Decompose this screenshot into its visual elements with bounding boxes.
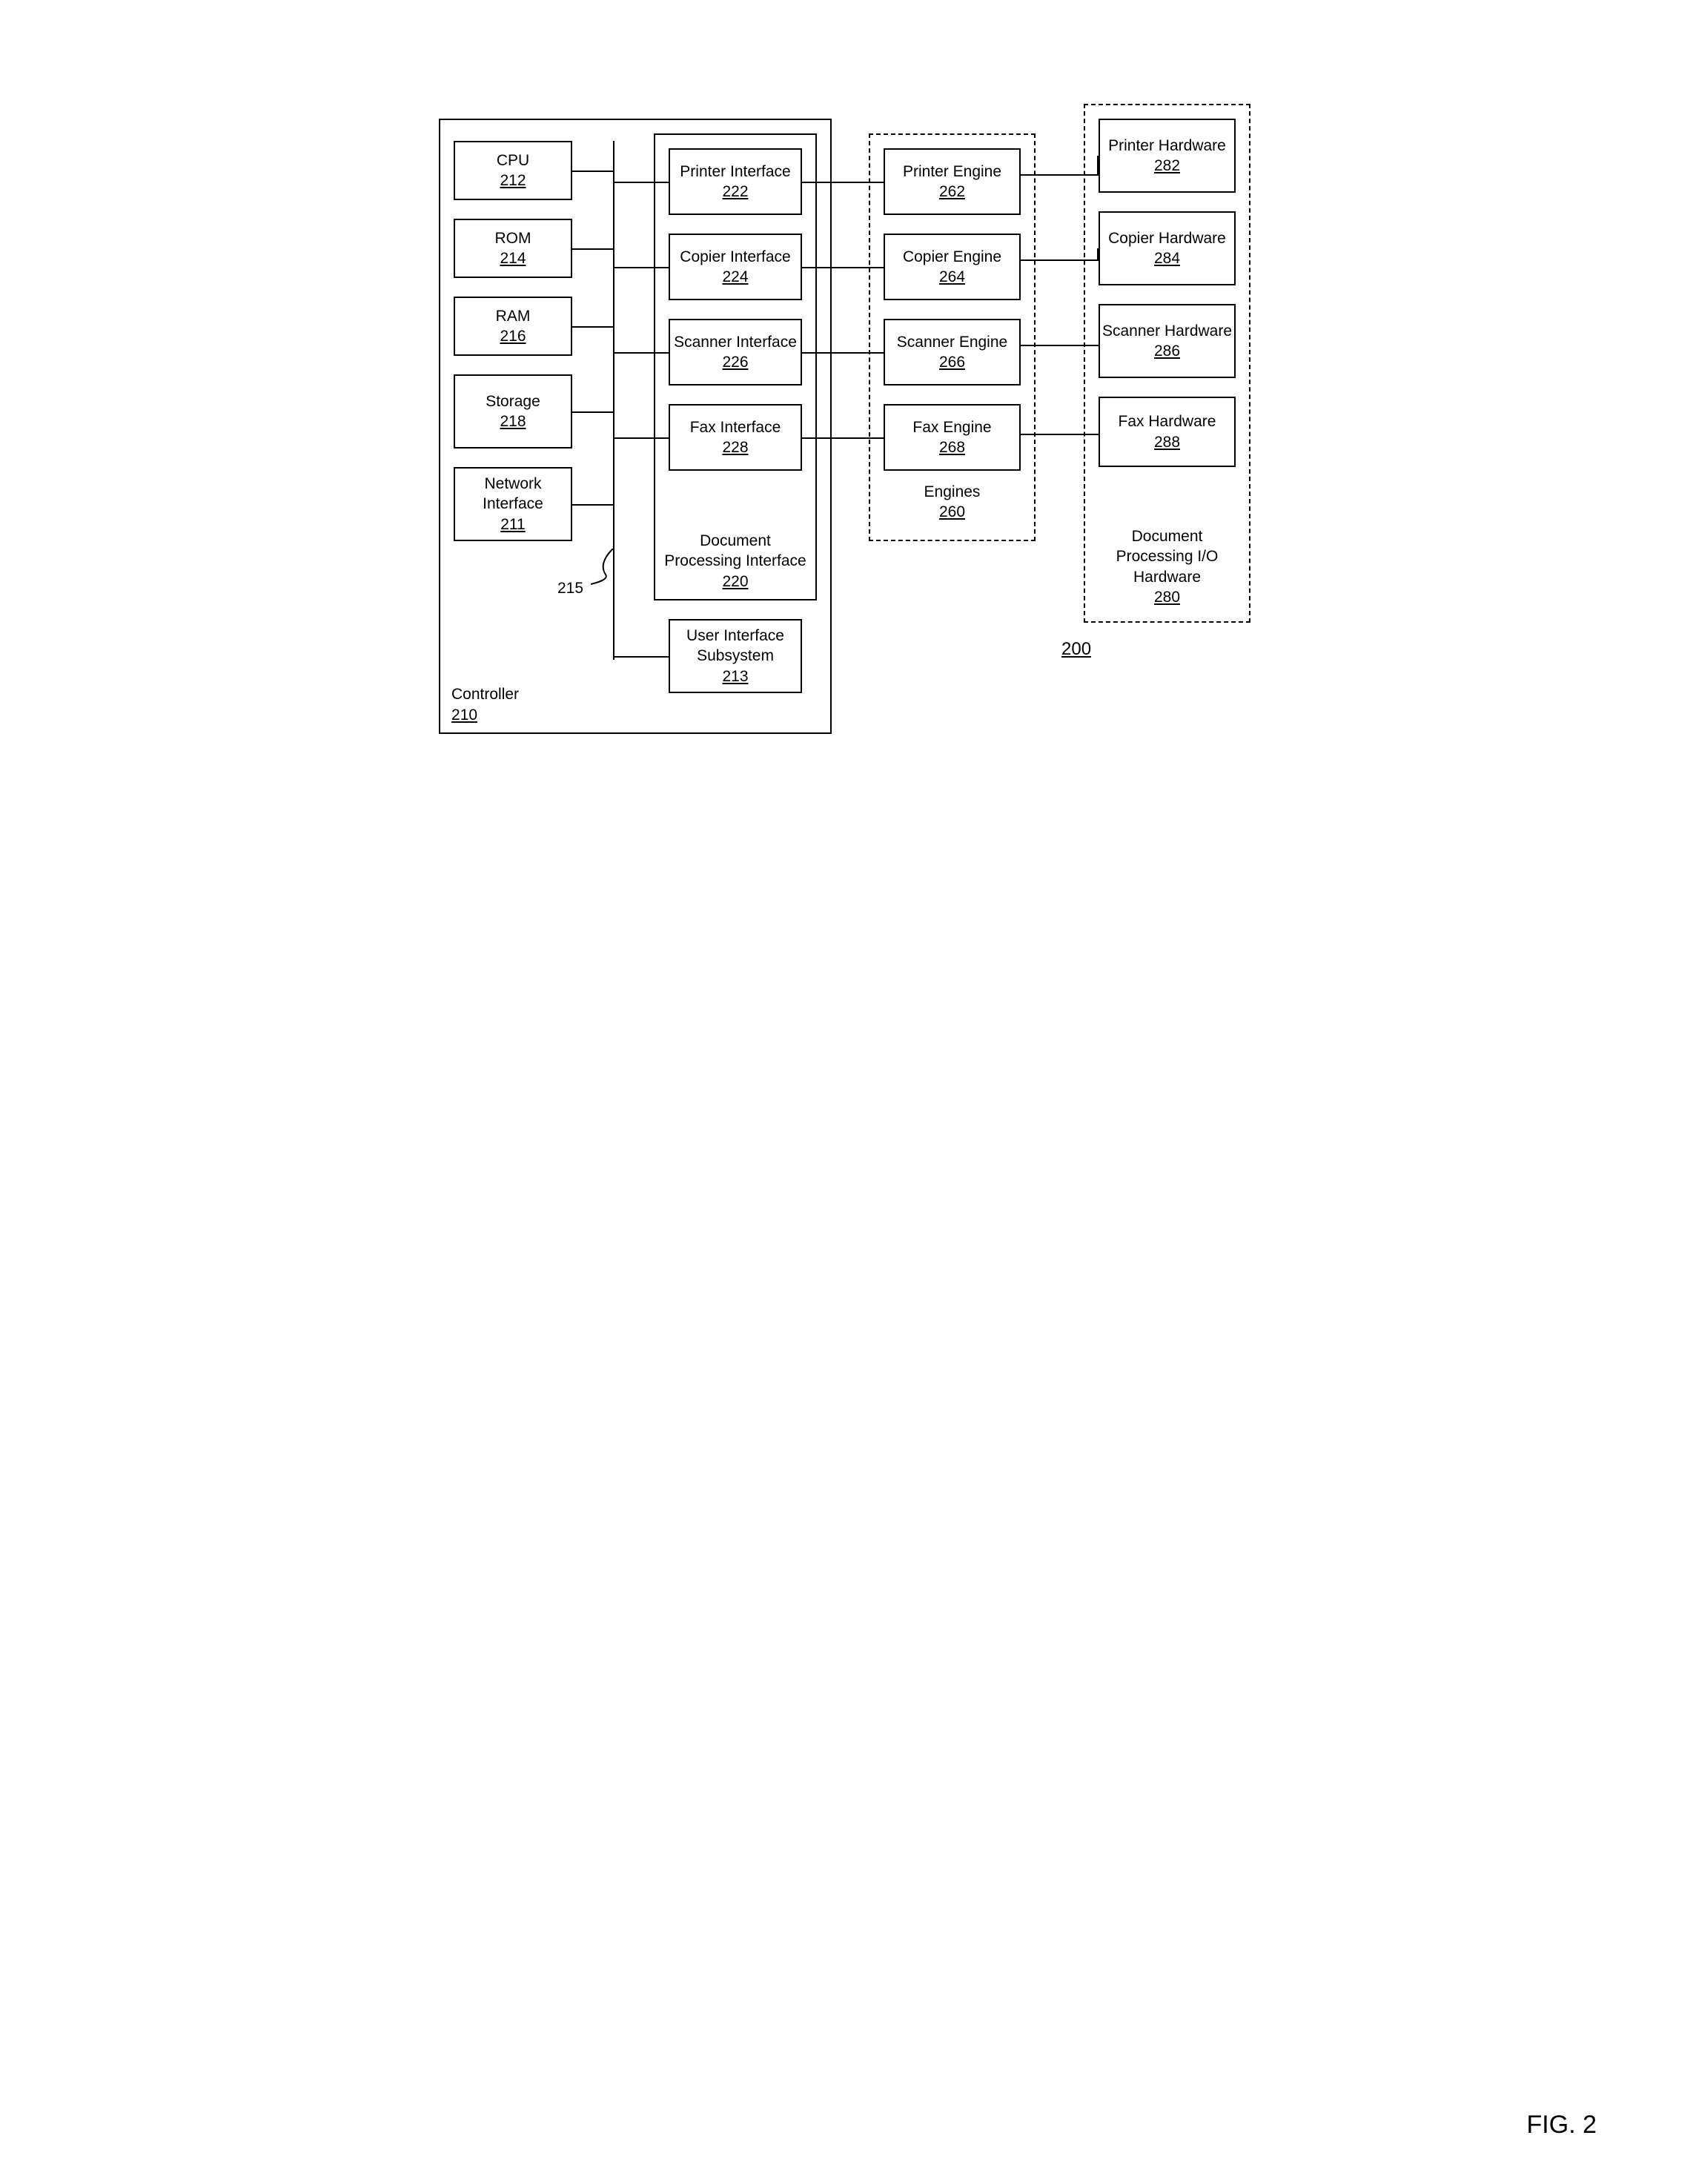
dpi-group-label: Document Processing Interface: [655, 531, 815, 572]
copier-if-ref: 224: [722, 267, 748, 287]
printer-engine-box: Printer Engine 262: [884, 148, 1021, 215]
conn: [802, 267, 884, 268]
scanner-if-box: Scanner Interface 226: [669, 319, 802, 385]
conn: [1021, 345, 1099, 346]
conn: [613, 656, 669, 658]
printer-hw-label: Printer Hardware: [1108, 136, 1226, 156]
engines-group-label-wrap: Engines 260: [869, 482, 1036, 523]
ram-ref: 216: [500, 326, 526, 346]
conn: [654, 352, 669, 354]
scanner-engine-label: Scanner Engine: [897, 332, 1007, 352]
fax-engine-label: Fax Engine: [912, 417, 991, 437]
conn: [572, 504, 613, 506]
copier-hw-label: Copier Hardware: [1108, 228, 1226, 248]
storage-label: Storage: [486, 391, 540, 411]
figure-label: FIG. 2: [1527, 2111, 1597, 2140]
fax-if-label: Fax Interface: [690, 417, 781, 437]
conn: [613, 182, 654, 183]
conn: [572, 326, 613, 328]
scanner-if-ref: 226: [722, 352, 748, 372]
netif-box: Network Interface 211: [454, 467, 572, 541]
conn: [1097, 156, 1099, 176]
ui-subsystem-box: User Interface Subsystem 213: [669, 619, 802, 693]
copier-engine-box: Copier Engine 264: [884, 234, 1021, 300]
copier-hw-box: Copier Hardware 284: [1099, 211, 1236, 285]
fax-engine-ref: 268: [939, 437, 965, 457]
engines-group-ref: 260: [939, 503, 965, 520]
printer-if-ref: 222: [722, 182, 748, 202]
conn: [613, 437, 654, 439]
scanner-hw-label: Scanner Hardware: [1102, 321, 1232, 341]
hardware-group-ref: 280: [1154, 589, 1180, 606]
conn: [654, 182, 669, 183]
fax-if-ref: 228: [722, 437, 748, 457]
ram-label: RAM: [496, 306, 531, 326]
cpu-ref: 212: [500, 171, 526, 191]
controller-ref: 210: [451, 707, 477, 724]
conn: [1021, 434, 1099, 435]
conn: [613, 267, 654, 268]
printer-if-box: Printer Interface 222: [669, 148, 802, 215]
copier-hw-ref: 284: [1154, 248, 1180, 268]
rom-ref: 214: [500, 248, 526, 268]
conn: [802, 182, 884, 183]
fax-hw-box: Fax Hardware 288: [1099, 397, 1236, 467]
printer-engine-ref: 262: [939, 182, 965, 202]
block-diagram: Controller 210 CPU 212 ROM 214 RAM 216 S…: [439, 104, 1254, 771]
controller-label: Controller: [451, 686, 519, 703]
rom-box: ROM 214: [454, 219, 572, 278]
conn: [572, 248, 613, 250]
bus-ref: 215: [557, 578, 583, 598]
ui-subsystem-ref: 213: [722, 666, 748, 686]
engines-group-label: Engines: [924, 483, 981, 500]
system-ref: 200: [1061, 638, 1091, 661]
conn: [654, 437, 669, 439]
ui-subsystem-label: User Interface Subsystem: [670, 626, 801, 666]
scanner-hw-box: Scanner Hardware 286: [1099, 304, 1236, 378]
rom-label: ROM: [495, 228, 531, 248]
hardware-group-label-wrap: Document Processing I/O Hardware 280: [1084, 526, 1250, 607]
printer-hw-ref: 282: [1154, 156, 1180, 176]
scanner-hw-ref: 286: [1154, 341, 1180, 361]
conn: [572, 411, 613, 413]
conn: [1021, 174, 1099, 176]
dpi-group-ref: 220: [722, 572, 748, 592]
conn: [572, 171, 613, 172]
conn: [613, 352, 654, 354]
printer-if-label: Printer Interface: [680, 162, 790, 182]
copier-engine-label: Copier Engine: [903, 247, 1001, 267]
fax-if-box: Fax Interface 228: [669, 404, 802, 471]
netif-label: Network Interface: [455, 474, 571, 514]
conn: [802, 352, 884, 354]
conn: [1021, 259, 1099, 261]
hardware-group-label: Document Processing I/O Hardware: [1084, 526, 1250, 587]
cpu-box: CPU 212: [454, 141, 572, 200]
ram-box: RAM 216: [454, 297, 572, 356]
storage-ref: 218: [500, 411, 526, 431]
copier-engine-ref: 264: [939, 267, 965, 287]
fax-hw-ref: 288: [1154, 432, 1180, 452]
scanner-engine-box: Scanner Engine 266: [884, 319, 1021, 385]
scanner-if-label: Scanner Interface: [674, 332, 797, 352]
bus-curve: [591, 549, 635, 586]
fax-hw-label: Fax Hardware: [1119, 411, 1216, 431]
fax-engine-box: Fax Engine 268: [884, 404, 1021, 471]
conn: [654, 267, 669, 268]
copier-if-box: Copier Interface 224: [669, 234, 802, 300]
storage-box: Storage 218: [454, 374, 572, 449]
conn: [1097, 248, 1099, 261]
conn: [802, 437, 884, 439]
printer-hw-box: Printer Hardware 282: [1099, 119, 1236, 193]
scanner-engine-ref: 266: [939, 352, 965, 372]
printer-engine-label: Printer Engine: [903, 162, 1001, 182]
netif-ref: 211: [500, 514, 525, 535]
copier-if-label: Copier Interface: [680, 247, 790, 267]
cpu-label: CPU: [497, 150, 529, 171]
